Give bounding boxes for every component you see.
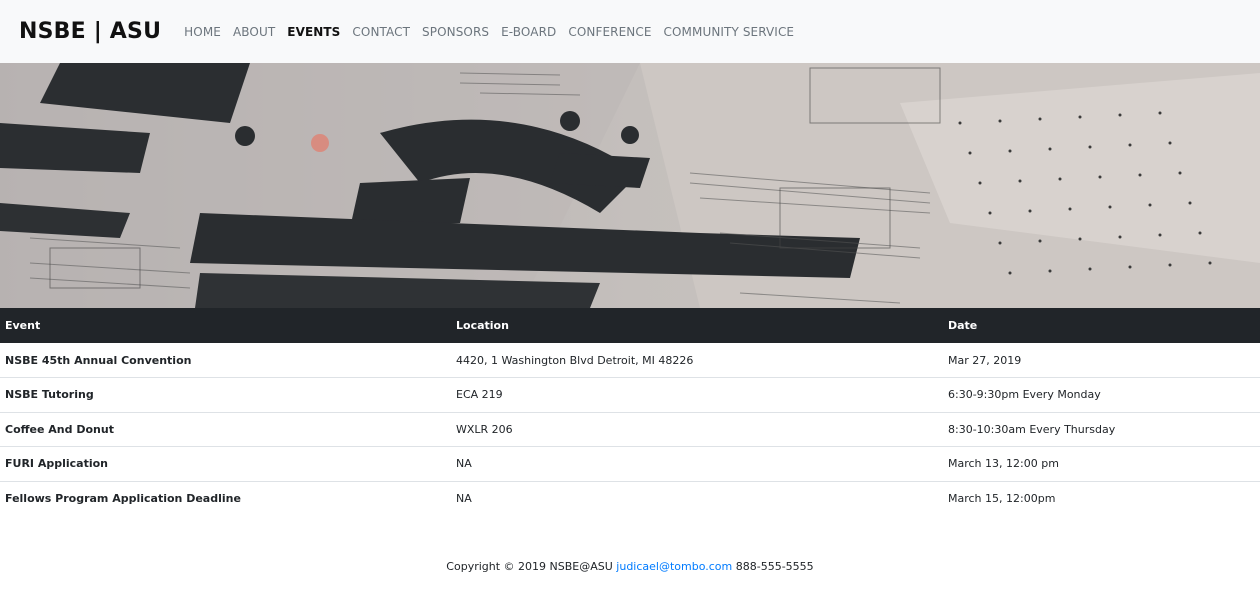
event-date: Mar 27, 2019: [948, 353, 1022, 367]
nav-community-service[interactable]: COMMUNITY SERVICE: [664, 25, 795, 39]
event-location: ECA 219: [456, 388, 503, 402]
nav-contact[interactable]: CONTACT: [352, 25, 410, 39]
table-header-row: Event Location Date: [0, 308, 1260, 343]
header-location: Location: [456, 319, 509, 332]
nav-sponsors[interactable]: SPONSORS: [422, 25, 489, 39]
table-row: Fellows Program Application Deadline NA …: [0, 481, 1260, 516]
nav-events[interactable]: EVENTS: [287, 25, 340, 39]
event-name: NSBE 45th Annual Convention: [5, 353, 192, 367]
table-row: NSBE Tutoring ECA 219 6:30-9:30pm Every …: [0, 377, 1260, 413]
header-event: Event: [5, 319, 41, 332]
nav-links: HOME ABOUT EVENTS CONTACT SPONSORS E-BOA…: [184, 25, 806, 39]
footer-copyright: Copyright © 2019 NSBE@ASU: [446, 560, 613, 573]
event-name: Fellows Program Application Deadline: [5, 492, 241, 505]
event-date: 6:30-9:30pm Every Monday: [948, 388, 1101, 402]
event-date: March 15, 12:00pm: [948, 492, 1056, 505]
table-row: FURI Application NA March 13, 12:00 pm: [0, 446, 1260, 482]
table-row: NSBE 45th Annual Convention 4420, 1 Wash…: [0, 343, 1260, 378]
hero-newspaper-image: [0, 63, 1260, 308]
event-name: NSBE Tutoring: [5, 388, 94, 402]
event-name: Coffee And Donut: [5, 422, 114, 436]
nav-conference[interactable]: CONFERENCE: [568, 25, 651, 39]
event-location: NA: [456, 457, 472, 471]
event-date: 8:30-10:30am Every Thursday: [948, 422, 1116, 436]
events-table: Event Location Date NSBE 45th Annual Con…: [0, 308, 1260, 516]
footer-email-link[interactable]: judicael@tombo.com: [616, 560, 732, 573]
event-name: FURI Application: [5, 457, 109, 471]
event-location: WXLR 206: [456, 422, 513, 436]
table-row: Coffee And Donut WXLR 206 8:30-10:30am E…: [0, 412, 1260, 447]
nav-about[interactable]: ABOUT: [233, 25, 275, 39]
footer-phone: 888-555-5555: [735, 560, 814, 573]
footer: Copyright © 2019 NSBE@ASU judicael@tombo…: [0, 560, 1260, 573]
brand-link[interactable]: NSBE | ASU: [19, 19, 161, 44]
header-date: Date: [948, 319, 978, 332]
event-location: NA: [456, 492, 472, 505]
navbar: NSBE | ASU HOME ABOUT EVENTS CONTACT SPO…: [0, 0, 1260, 63]
event-date: March 13, 12:00 pm: [948, 457, 1059, 471]
nav-home[interactable]: HOME: [184, 25, 221, 39]
event-location: 4420, 1 Washington Blvd Detroit, MI 4822…: [456, 353, 694, 367]
nav-eboard[interactable]: E-BOARD: [501, 25, 556, 39]
